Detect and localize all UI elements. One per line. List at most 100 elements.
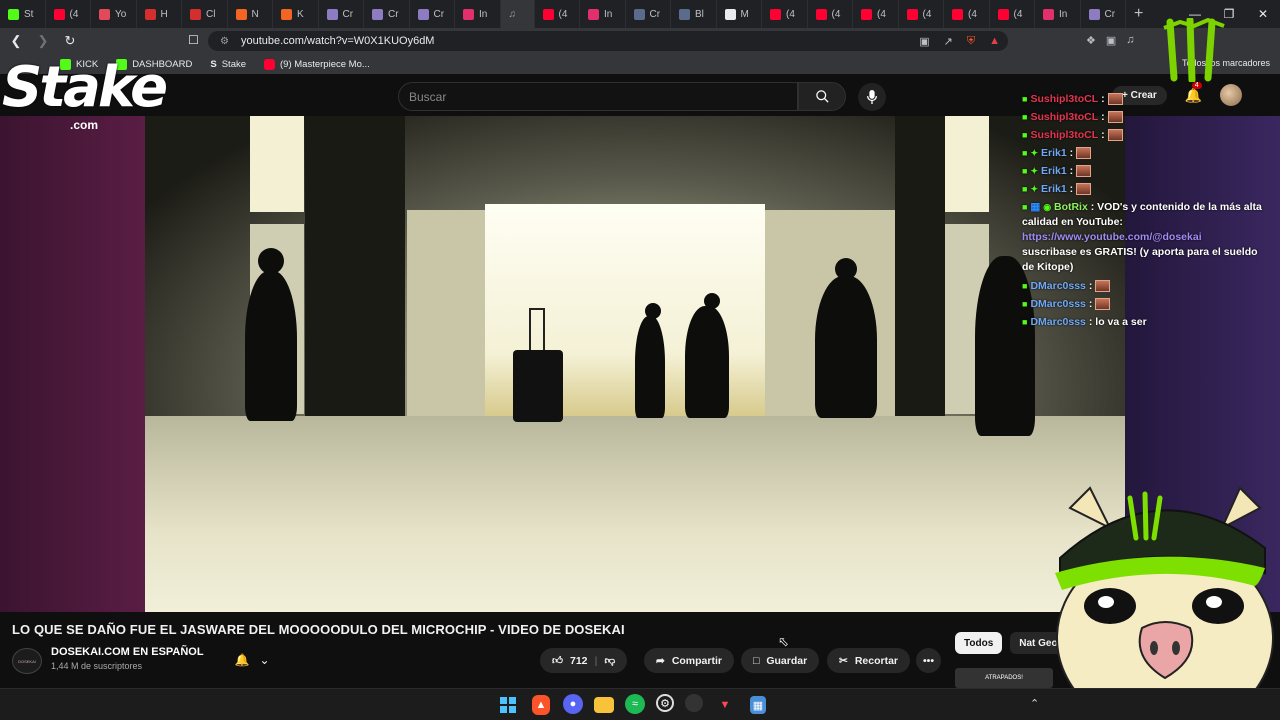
site-info-icon[interactable]: ⚙ — [220, 36, 229, 47]
install-app-icon[interactable]: ▣ — [919, 35, 929, 48]
taskbar-apps: ▲ ● ≈ ⚙ ▼ ▦ — [497, 694, 769, 716]
browser-tab[interactable]: Cl — [182, 0, 228, 28]
like-button[interactable]: 👍︎ 712 | 👎︎ — [540, 648, 628, 673]
chat-text: : — [1101, 111, 1105, 123]
close-window-button[interactable]: ✕ — [1246, 0, 1280, 28]
chat-username: Sushipl3toCL — [1030, 93, 1099, 105]
emote-icon — [1107, 129, 1123, 141]
stake-logo-domain: .com — [70, 118, 99, 132]
windows-start-icon[interactable] — [497, 694, 519, 716]
browser-tab[interactable]: M — [717, 0, 762, 28]
browser-tab[interactable]: (4 — [899, 0, 944, 28]
steam-icon[interactable]: ⚙ — [656, 694, 674, 712]
browser-tab[interactable]: (4 — [990, 0, 1035, 28]
browser-tab[interactable]: (4 — [535, 0, 580, 28]
chat-link[interactable]: https://www.youtube.com/@dosekai — [1022, 231, 1202, 243]
tab-label: Cr — [342, 8, 354, 20]
bookmark-masterpiece[interactable]: (9) Masterpiece Mo... — [264, 58, 370, 70]
thumbs-up-icon: 👍︎ — [552, 655, 563, 667]
browser-tab[interactable]: (4 — [808, 0, 853, 28]
browser-tab[interactable]: Yo — [91, 0, 137, 28]
more-actions-button[interactable]: ••• — [916, 648, 942, 673]
browser-tab[interactable]: K — [273, 0, 319, 28]
tab-favicon-icon — [144, 8, 156, 20]
browser-tab[interactable]: Cr — [410, 0, 455, 28]
scissors-icon: ✂ — [839, 654, 848, 667]
file-explorer-icon[interactable] — [594, 697, 614, 713]
browser-tab[interactable]: (4 — [762, 0, 808, 28]
brave-shield-icon[interactable]: ⛨ — [967, 35, 975, 48]
subscription-bell-button[interactable]: 🔔 ⌄ — [224, 648, 280, 672]
browser-tab[interactable]: Cr — [319, 0, 364, 28]
browser-tab[interactable]: In — [1035, 0, 1081, 28]
search-button[interactable] — [798, 82, 846, 111]
search-input[interactable]: Buscar — [398, 82, 798, 111]
forward-button[interactable]: ❯ — [32, 33, 54, 49]
chat-username: DMarc0sss — [1030, 280, 1086, 292]
browser-tab[interactable]: ♫× — [500, 0, 535, 28]
extensions-icon[interactable]: ❖ — [1086, 34, 1096, 47]
browser-tab[interactable]: In — [580, 0, 626, 28]
browser-tab[interactable]: Bl — [671, 0, 717, 28]
new-tab-button[interactable]: + — [1134, 5, 1143, 23]
browser-tab[interactable]: In — [455, 0, 501, 28]
browser-tab[interactable]: Cr — [364, 0, 410, 28]
kick-badge-icon: ■ — [1022, 202, 1028, 212]
reload-button[interactable]: ↻ — [59, 33, 81, 49]
browser-tab[interactable]: (4 — [944, 0, 990, 28]
chat-text: : — [1101, 93, 1105, 105]
browser-tab[interactable]: St — [0, 0, 46, 28]
app-dark-icon[interactable] — [685, 694, 703, 712]
sidebar-icon[interactable]: ▣ — [1106, 34, 1116, 47]
emote-icon — [1107, 93, 1123, 105]
video-title: LO QUE SE DAÑO FUE EL JASWARE DEL MOOOOO… — [12, 622, 625, 637]
kick-badge-icon: ■ — [1022, 112, 1028, 122]
brave-rewards-icon[interactable]: ▲ — [989, 35, 1000, 48]
browser-tab[interactable]: (4 — [853, 0, 899, 28]
video-suitcase-handle — [529, 308, 545, 352]
recommended-thumbnail[interactable]: ATRAPADOS! — [955, 668, 1053, 688]
tab-favicon-icon — [1043, 8, 1054, 20]
valorant-icon[interactable]: ▼ — [714, 694, 736, 716]
chat-message: ■ ✦ Erik1 : — [1022, 180, 1270, 198]
share-icon[interactable]: ↗ — [944, 35, 953, 48]
channel-avatar[interactable]: DOSEKAI — [12, 648, 42, 674]
discord-icon[interactable]: ● — [563, 694, 583, 714]
thumbs-down-icon[interactable]: 👎︎ — [604, 654, 615, 667]
clip-button[interactable]: ✂ Recortar — [827, 648, 910, 673]
channel-name[interactable]: DOSEKAI.COM EN ESPAÑOL — [51, 646, 204, 658]
video-person — [815, 276, 877, 418]
chat-message: ■ DMarc0sss : — [1022, 277, 1270, 295]
chat-username: BotRix — [1053, 201, 1088, 213]
kick-badge-icon: ■ — [1022, 94, 1028, 104]
brave-browser-icon[interactable]: ▲ — [532, 695, 550, 715]
video-player[interactable] — [145, 116, 1125, 612]
chat-message: ■ ✦ Erik1 : — [1022, 144, 1270, 162]
address-bar[interactable]: ⚙ youtube.com/watch?v=W0X1KUOy6dM ▣ ↗ ⛨ … — [208, 31, 1008, 51]
back-button[interactable]: ❮ — [5, 33, 27, 49]
chevron-up-icon[interactable]: ⌃ — [1030, 697, 1039, 710]
browser-tab[interactable]: (4 — [46, 0, 91, 28]
spotify-icon[interactable]: ≈ — [625, 694, 645, 714]
bell-icon: 🔔 — [234, 653, 250, 667]
emote-icon — [1107, 111, 1123, 123]
browser-tab[interactable]: N — [228, 0, 273, 28]
stake-logo-text: Stake — [2, 55, 168, 120]
chip-all[interactable]: Todos — [955, 632, 1003, 654]
save-button[interactable]: □ Guardar — [741, 648, 820, 673]
browser-tab[interactable]: Cr — [626, 0, 671, 28]
bookmark-stake[interactable]: S Stake — [210, 59, 246, 70]
emote-icon — [1095, 298, 1111, 310]
browser-tab-strip: St (4 Yo H Cl N K Cr Cr Cr In ♫× (4 In Cr Bl M (4 (4 (4 (4 (4… — [0, 0, 1280, 28]
browser-tab[interactable]: Cr — [1081, 0, 1126, 28]
music-icon[interactable]: ♫ — [1126, 34, 1134, 47]
voice-search-button[interactable] — [858, 83, 886, 111]
tab-favicon-icon — [53, 8, 65, 20]
bookmark-page-icon[interactable]: ☐ — [188, 33, 199, 47]
tab-favicon-icon — [326, 8, 338, 20]
bookmarks-bar: KICK DASHBOARD S Stake (9) Masterpiece M… — [0, 54, 1280, 74]
tab-label: Cr — [649, 8, 661, 20]
share-button[interactable]: ➦ Compartir — [644, 648, 734, 673]
browser-tab[interactable]: H — [137, 0, 182, 28]
calculator-icon[interactable]: ▦ — [750, 696, 766, 714]
